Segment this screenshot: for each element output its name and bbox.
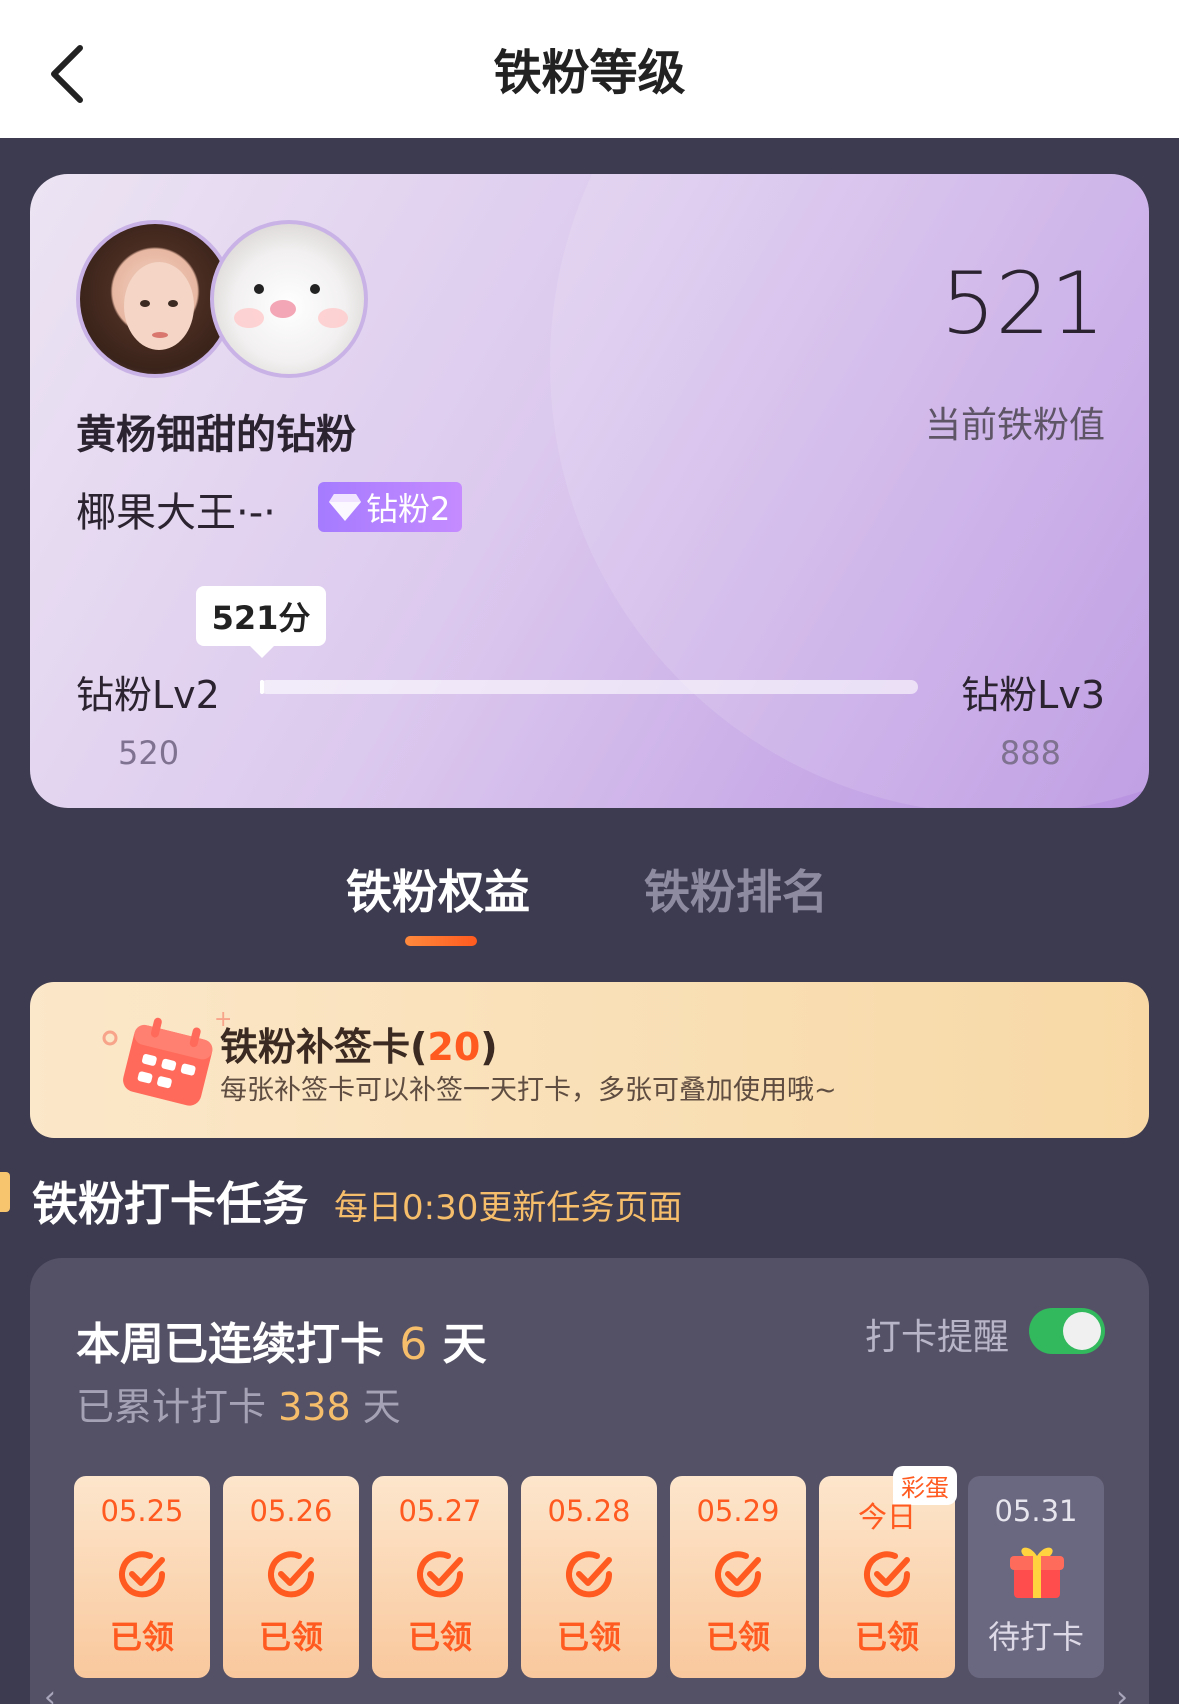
scroll-left-icon[interactable]: ‹ bbox=[44, 1680, 56, 1704]
page-title: 铁粉等级 bbox=[493, 45, 686, 101]
makeup-card-banner[interactable]: + 铁粉补签卡(20) 每张补签卡可以补签一天打卡，多张可叠加使用哦~ bbox=[30, 982, 1149, 1138]
remind-label: 打卡提醒 bbox=[864, 1317, 1009, 1358]
check-circle-icon bbox=[119, 1551, 166, 1598]
day-status: 已领 bbox=[556, 1618, 621, 1656]
tab-fan-benefits[interactable]: 铁粉权益 bbox=[346, 856, 530, 922]
check-circle-icon bbox=[268, 1551, 315, 1598]
fan-value: 521 bbox=[940, 254, 1105, 354]
diamond-icon bbox=[329, 494, 361, 521]
total-prefix: 已累计打卡 bbox=[76, 1385, 267, 1429]
day-status: 已领 bbox=[258, 1618, 323, 1656]
checkin-day[interactable]: 05.28 已领 bbox=[521, 1476, 657, 1678]
banner-title-text: 铁粉补签卡 bbox=[220, 1025, 411, 1069]
level-badge: 钻粉2 bbox=[318, 482, 463, 532]
checkin-card: 本周已连续打卡 6 天 已累计打卡 338 天 打卡提醒 05.25 已领 05… bbox=[30, 1258, 1149, 1704]
level-min-value: 520 bbox=[118, 734, 180, 772]
check-circle-icon bbox=[715, 1551, 762, 1598]
day-date: 05.31 bbox=[994, 1494, 1078, 1528]
total-text: 已累计打卡 338 天 bbox=[76, 1376, 401, 1431]
toggle-knob bbox=[1063, 1312, 1101, 1350]
day-status: 已领 bbox=[109, 1618, 174, 1656]
streak-text: 本周已连续打卡 6 天 bbox=[76, 1308, 487, 1372]
day-date: 05.28 bbox=[547, 1494, 631, 1528]
checkin-day[interactable]: 05.29 已领 bbox=[670, 1476, 806, 1678]
fan-level-card: 黄杨钿甜的钻粉 椰果大王·-· 钻粉2 521 当前铁粉值 521分 钻粉Lv2… bbox=[30, 174, 1149, 808]
gift-icon bbox=[1010, 1547, 1064, 1598]
day-status: 待打卡 bbox=[987, 1618, 1084, 1656]
scroll-right-icon[interactable]: › bbox=[1116, 1680, 1128, 1704]
day-status: 已领 bbox=[705, 1618, 770, 1656]
checkin-day[interactable]: 05.25 已领 bbox=[74, 1476, 210, 1678]
section-subtitle: 每日0:30更新任务页面 bbox=[334, 1188, 683, 1228]
next-level-label: 钻粉Lv3 bbox=[961, 673, 1105, 717]
streak-days: 6 bbox=[399, 1319, 428, 1370]
banner-description: 每张补签卡可以补签一天打卡，多张可叠加使用哦~ bbox=[220, 1075, 837, 1106]
level-max-value: 888 bbox=[999, 734, 1061, 772]
day-date: 05.25 bbox=[100, 1494, 184, 1528]
tab-fan-ranking[interactable]: 铁粉排名 bbox=[644, 856, 828, 922]
top-nav-bar: 铁粉等级 bbox=[0, 0, 1179, 138]
fan-value-label: 当前铁粉值 bbox=[924, 405, 1105, 446]
day-status: 已领 bbox=[407, 1618, 472, 1656]
current-level-label: 钻粉Lv2 bbox=[76, 673, 220, 717]
day-date: 05.29 bbox=[696, 1494, 780, 1528]
level-progress-bar bbox=[260, 680, 918, 694]
day-date: 05.27 bbox=[398, 1494, 482, 1528]
checkin-day-today[interactable]: 彩蛋 今日 已领 bbox=[819, 1466, 957, 1678]
fan-title: 黄杨钿甜的钻粉 bbox=[76, 412, 356, 458]
streak-prefix: 本周已连续打卡 bbox=[76, 1319, 384, 1370]
day-date: 今日 bbox=[857, 1500, 916, 1534]
day-status: 已领 bbox=[854, 1618, 919, 1656]
banner-title: 铁粉补签卡(20) bbox=[220, 1025, 498, 1069]
score-bubble: 521分 bbox=[196, 586, 326, 658]
checkin-day[interactable]: 05.26 已领 bbox=[223, 1476, 359, 1678]
section-title: 铁粉打卡任务 bbox=[32, 1177, 308, 1231]
day-date: 05.26 bbox=[249, 1494, 333, 1528]
level-badge-label: 钻粉2 bbox=[366, 490, 451, 528]
section-accent-bar bbox=[0, 1172, 10, 1212]
total-days: 338 bbox=[278, 1385, 351, 1429]
check-circle-icon bbox=[566, 1551, 613, 1598]
total-suffix: 天 bbox=[362, 1385, 401, 1429]
calendar-icon: + bbox=[102, 1007, 230, 1106]
check-circle-icon bbox=[864, 1551, 911, 1598]
user-avatar[interactable] bbox=[210, 220, 368, 378]
checkin-day-pending[interactable]: 05.31 待打卡 bbox=[968, 1476, 1104, 1678]
remind-toggle[interactable] bbox=[1029, 1308, 1105, 1354]
streak-suffix: 天 bbox=[442, 1319, 487, 1370]
banner-count: 20 bbox=[427, 1025, 481, 1069]
checkin-day[interactable]: 05.27 已领 bbox=[372, 1476, 508, 1678]
check-circle-icon bbox=[417, 1551, 464, 1598]
level-progress-fill bbox=[260, 680, 264, 694]
user-name: 椰果大王·-· bbox=[76, 490, 276, 536]
active-tab-indicator bbox=[405, 936, 477, 946]
